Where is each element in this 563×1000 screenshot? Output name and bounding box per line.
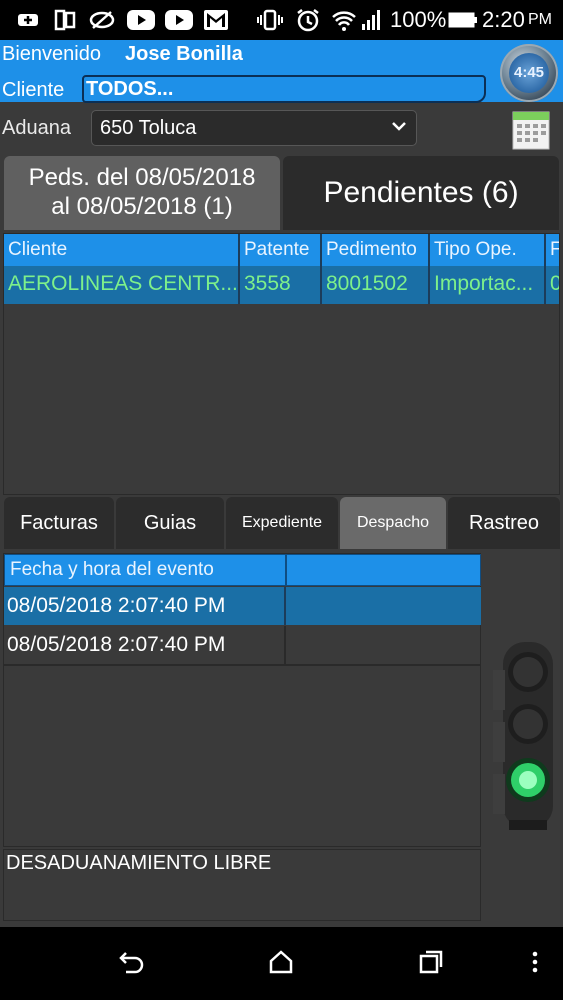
user-name: Jose Bonilla bbox=[125, 43, 243, 65]
overflow-menu-icon[interactable] bbox=[530, 949, 540, 975]
alarm-icon bbox=[295, 8, 321, 32]
status-bar: 100% 2:20 PM bbox=[0, 0, 563, 40]
tab-pendientes[interactable]: Pendientes (6) bbox=[283, 156, 559, 230]
aduana-value: 650 Toluca bbox=[100, 117, 197, 139]
tab-despacho[interactable]: Despacho bbox=[340, 497, 446, 549]
tab-rastreo[interactable]: Rastreo bbox=[448, 497, 560, 549]
pedimentos-grid: Cliente Patente Pedimento Tipo Ope. F AE… bbox=[3, 233, 560, 495]
recent-apps-icon[interactable] bbox=[418, 949, 444, 975]
battery-icon bbox=[448, 8, 478, 32]
clock-button[interactable]: 4:45 bbox=[500, 44, 558, 102]
events-list: Fecha y hora del evento 08/05/2018 2:07:… bbox=[3, 553, 481, 847]
back-icon[interactable] bbox=[118, 949, 146, 975]
cell-cliente: AEROLINEAS CENTR... bbox=[4, 266, 240, 304]
traffic-light-icon bbox=[493, 642, 553, 830]
cliente-input[interactable]: TODOS... bbox=[82, 75, 486, 103]
event-datetime: 08/05/2018 2:07:40 PM bbox=[4, 626, 286, 664]
tab-pedimentos[interactable]: Peds. del 08/05/2018 al 08/05/2018 (1) bbox=[4, 156, 280, 230]
youtube-icon bbox=[126, 8, 156, 32]
signal-icon bbox=[360, 8, 384, 32]
tab-expediente[interactable]: Expediente bbox=[226, 497, 338, 549]
aduana-select[interactable]: 650 Toluca bbox=[91, 110, 417, 146]
column-header-empty bbox=[287, 555, 482, 585]
battery-percent: 100% bbox=[390, 7, 447, 32]
navigation-bar bbox=[0, 927, 563, 1000]
add-box-icon bbox=[14, 8, 42, 32]
cell-patente: 3558 bbox=[240, 266, 322, 304]
event-extra bbox=[286, 587, 481, 625]
tab-pedimentos-line2: al 08/05/2018 (1) bbox=[51, 193, 233, 220]
grid-header: Cliente Patente Pedimento Tipo Ope. F bbox=[4, 234, 559, 266]
status-message: DESADUANAMIENTO LIBRE bbox=[3, 849, 481, 921]
cell-f: 0 bbox=[546, 266, 559, 304]
event-datetime: 08/05/2018 2:07:40 PM bbox=[4, 587, 286, 625]
eye-off-icon bbox=[88, 8, 116, 32]
chevron-down-icon bbox=[392, 122, 406, 131]
youtube-icon bbox=[164, 8, 194, 32]
column-header-f[interactable]: F bbox=[546, 234, 559, 266]
dual-screen-icon bbox=[52, 8, 78, 32]
calendar-icon[interactable] bbox=[512, 108, 550, 150]
column-header-cliente[interactable]: Cliente bbox=[4, 234, 240, 266]
cell-tipo-ope: Importac... bbox=[430, 266, 546, 304]
clock-face: 4:45 bbox=[509, 53, 549, 93]
clock-ampm: PM bbox=[528, 11, 552, 28]
column-header-tipo-ope[interactable]: Tipo Ope. bbox=[430, 234, 546, 266]
events-header: Fecha y hora del evento bbox=[4, 554, 481, 586]
tab-pedimentos-line1: Peds. del 08/05/2018 bbox=[28, 164, 256, 191]
aduana-label: Aduana bbox=[2, 117, 71, 139]
clock-time: 2:20 bbox=[482, 7, 525, 32]
tab-facturas[interactable]: Facturas bbox=[4, 497, 114, 549]
column-header-patente[interactable]: Patente bbox=[240, 234, 322, 266]
vibrate-icon bbox=[257, 8, 283, 32]
column-header-pedimento[interactable]: Pedimento bbox=[322, 234, 430, 266]
list-item[interactable]: 08/05/2018 2:07:40 PM bbox=[4, 587, 481, 625]
cliente-label: Cliente bbox=[2, 79, 65, 101]
welcome-label: Bienvenido bbox=[2, 43, 101, 65]
event-extra bbox=[286, 626, 481, 664]
gmail-icon bbox=[202, 8, 230, 32]
column-header-fecha[interactable]: Fecha y hora del evento bbox=[5, 555, 287, 585]
home-icon[interactable] bbox=[268, 949, 294, 975]
table-row[interactable]: AEROLINEAS CENTR... 3558 8001502 Importa… bbox=[4, 266, 559, 304]
wifi-icon bbox=[331, 8, 357, 32]
list-item[interactable]: 08/05/2018 2:07:40 PM bbox=[4, 626, 481, 666]
cell-pedimento: 8001502 bbox=[322, 266, 430, 304]
tab-guias[interactable]: Guias bbox=[116, 497, 224, 549]
